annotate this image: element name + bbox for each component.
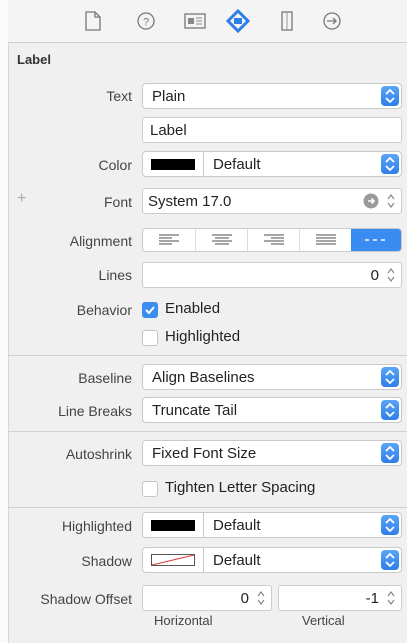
popup-stepper-icon [381,400,399,420]
vertical-stepper[interactable] [386,589,396,612]
svg-text:?: ? [143,17,149,29]
align-center-button[interactable] [195,229,248,251]
text-type-popup[interactable]: Plain [142,83,402,109]
baseline-popup[interactable]: Align Baselines [142,364,402,390]
color-popup[interactable]: Default [204,151,402,177]
lines-label: Lines [98,267,132,283]
align-justified-button[interactable] [299,229,352,251]
highlighted-color-popup[interactable]: Default [204,512,402,538]
shadow-offset-label: Shadow Offset [40,591,132,607]
highlighted-swatch-well[interactable] [142,512,204,538]
size-icon[interactable] [274,8,300,34]
inspector-toolbar: ? [8,0,407,43]
autoshrink-popup[interactable]: Fixed Font Size [142,440,402,466]
attributes-icon[interactable] [225,8,251,34]
file-icon[interactable] [80,8,106,34]
line-breaks-label: Line Breaks [58,403,132,419]
font-value: System 17.0 [148,193,232,210]
popup-stepper-icon [381,443,399,463]
baseline-label: Baseline [78,370,132,386]
add-font-variation-icon[interactable]: + [17,190,26,208]
shadow-color-value: Default [213,552,261,569]
divider [8,431,407,432]
align-natural-button[interactable] [351,229,401,251]
help-icon[interactable]: ? [133,8,159,34]
color-value: Default [213,156,261,173]
align-left-button[interactable] [143,229,195,251]
color-label: Color [98,157,132,173]
section-title: Label [17,52,51,67]
line-breaks-popup[interactable]: Truncate Tail [142,397,402,423]
horizontal-label: Horizontal [154,613,213,628]
line-breaks-value: Truncate Tail [152,402,238,419]
alignment-segmented-control [142,228,402,252]
popup-stepper-icon [381,367,399,387]
behavior-label: Behavior [76,302,132,318]
autoshrink-value: Fixed Font Size [152,445,257,462]
align-right-button[interactable] [247,229,300,251]
shadow-offset-horizontal-value: 0 [240,590,249,607]
shadow-offset-vertical-value: -1 [365,590,379,607]
color-swatch [151,159,195,170]
baseline-value: Align Baselines [152,369,255,386]
shadow-label: Shadow [81,553,132,569]
font-picker-icon[interactable] [363,193,379,214]
highlighted-checkbox-label: Highlighted [165,328,241,345]
vertical-label: Vertical [302,613,345,628]
enabled-checkbox[interactable] [142,302,158,318]
enabled-label: Enabled [165,300,221,317]
alignment-label: Alignment [69,233,132,249]
tighten-spacing-label: Tighten Letter Spacing [165,479,316,496]
highlighted-color-label: Highlighted [61,518,132,534]
text-content-value: Label [150,122,187,139]
popup-stepper-icon [381,515,399,535]
shadow-color-popup[interactable]: Default [204,547,402,573]
lines-value: 0 [370,267,379,284]
popup-stepper-icon [381,86,399,106]
popup-stepper-icon [381,154,399,174]
identity-icon[interactable] [182,8,208,34]
window-edge [0,0,9,643]
highlighted-color-value: Default [213,517,261,534]
horizontal-stepper[interactable] [256,589,266,612]
popup-stepper-icon [381,550,399,570]
autoshrink-label: Autoshrink [65,446,132,462]
font-label: Font [103,194,132,210]
lines-stepper[interactable] [386,266,396,289]
connections-icon[interactable] [319,8,345,34]
color-swatch-well[interactable] [142,151,204,177]
shadow-swatch [151,554,195,566]
shadow-swatch-well[interactable] [142,547,204,573]
tighten-spacing-checkbox[interactable] [142,481,158,497]
divider [8,507,407,508]
highlighted-checkbox[interactable] [142,330,158,346]
shadow-offset-vertical-field[interactable]: -1 [278,585,402,611]
text-label: Text [106,88,132,104]
font-size-stepper[interactable] [386,192,396,215]
divider [8,355,407,356]
lines-field[interactable]: 0 [142,262,402,288]
font-field[interactable]: System 17.0 [142,188,402,214]
text-content-field[interactable]: Label [142,117,402,143]
highlighted-swatch [151,520,195,531]
text-type-value: Plain [152,88,186,105]
shadow-offset-horizontal-field[interactable]: 0 [142,585,272,611]
